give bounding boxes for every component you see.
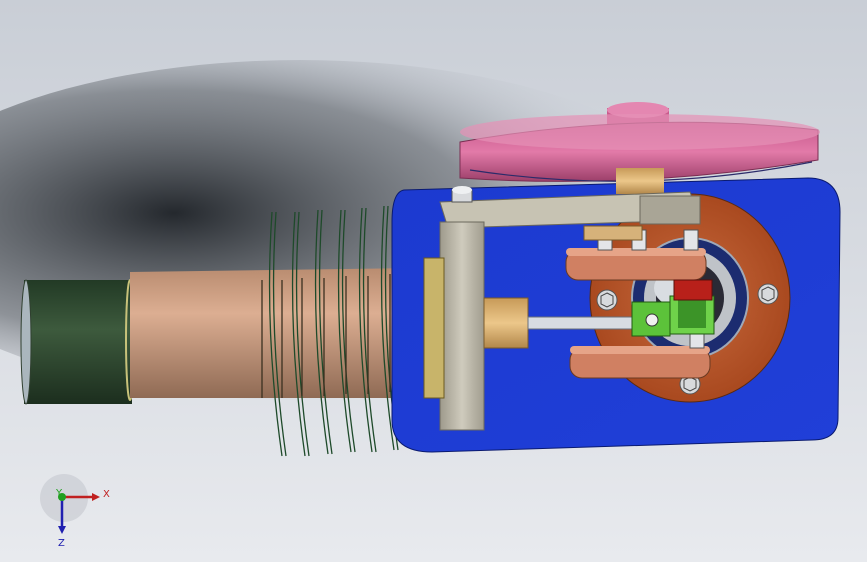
x-axis-label: X (103, 489, 110, 500)
upper-crank-link[interactable] (565, 248, 707, 281)
lower-crank-link[interactable] (569, 346, 711, 379)
z-axis-label: Z (58, 538, 65, 549)
gasket (423, 257, 445, 399)
y-axis-label: Y (55, 488, 63, 499)
flywheel-shaft (616, 168, 664, 194)
red-block[interactable] (673, 279, 713, 301)
crosshead-block[interactable] (631, 295, 715, 337)
cylinder-end-cap[interactable] (20, 279, 135, 405)
cad-viewport[interactable]: X Y Z (0, 0, 867, 562)
cad-scene[interactable]: X Y Z (0, 0, 867, 562)
